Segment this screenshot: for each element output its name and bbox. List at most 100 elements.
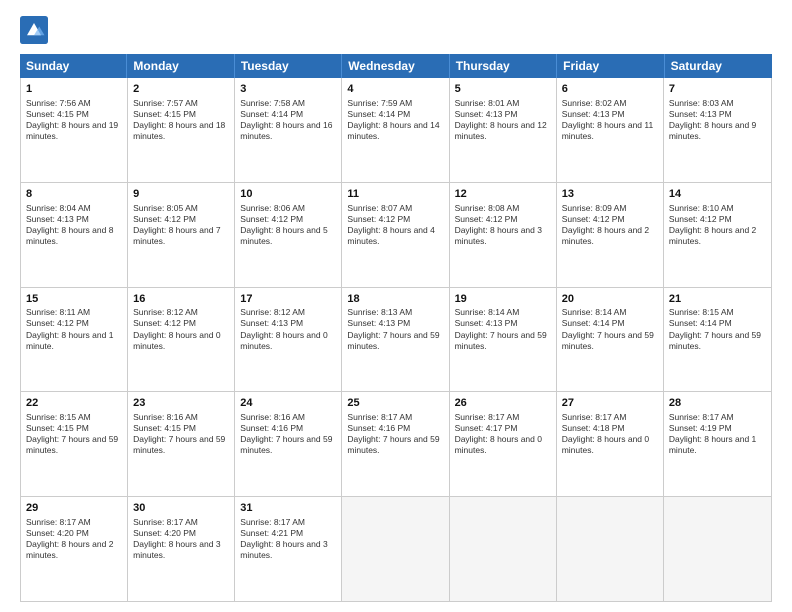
page: SundayMondayTuesdayWednesdayThursdayFrid… [0, 0, 792, 612]
day-number: 7 [669, 82, 766, 97]
cell-info-line: Sunset: 4:15 PM [133, 423, 229, 434]
day-number: 14 [669, 187, 766, 202]
day-cell-8: 8Sunrise: 8:04 AMSunset: 4:13 PMDaylight… [21, 183, 128, 287]
day-number: 6 [562, 82, 658, 97]
cell-info-line: Sunrise: 8:15 AM [26, 412, 122, 423]
cell-info-line: Sunset: 4:13 PM [562, 109, 658, 120]
cell-info-line: Daylight: 8 hours and 3 minutes. [240, 539, 336, 561]
cell-info-line: Daylight: 8 hours and 19 minutes. [26, 120, 122, 142]
cell-info-line: Sunset: 4:12 PM [347, 214, 443, 225]
cell-info-line: Daylight: 7 hours and 59 minutes. [669, 330, 766, 352]
empty-cell [557, 497, 664, 601]
cell-info-line: Sunset: 4:12 PM [240, 214, 336, 225]
day-number: 28 [669, 396, 766, 411]
logo [20, 16, 52, 44]
cell-info-line: Sunset: 4:14 PM [240, 109, 336, 120]
cell-info-line: Daylight: 8 hours and 2 minutes. [26, 539, 122, 561]
cell-info-line: Daylight: 8 hours and 12 minutes. [455, 120, 551, 142]
cell-info-line: Sunrise: 8:04 AM [26, 203, 122, 214]
day-cell-24: 24Sunrise: 8:16 AMSunset: 4:16 PMDayligh… [235, 392, 342, 496]
day-cell-9: 9Sunrise: 8:05 AMSunset: 4:12 PMDaylight… [128, 183, 235, 287]
cell-info-line: Sunset: 4:13 PM [455, 109, 551, 120]
cell-info-line: Sunrise: 7:59 AM [347, 98, 443, 109]
day-number: 29 [26, 501, 122, 516]
day-number: 25 [347, 396, 443, 411]
day-cell-19: 19Sunrise: 8:14 AMSunset: 4:13 PMDayligh… [450, 288, 557, 392]
cell-info-line: Sunrise: 7:56 AM [26, 98, 122, 109]
cell-info-line: Sunrise: 8:14 AM [455, 307, 551, 318]
empty-cell [342, 497, 449, 601]
cell-info-line: Daylight: 8 hours and 3 minutes. [133, 539, 229, 561]
calendar-week-5: 29Sunrise: 8:17 AMSunset: 4:20 PMDayligh… [21, 497, 771, 601]
header-day-monday: Monday [127, 54, 234, 78]
header-day-friday: Friday [557, 54, 664, 78]
day-cell-14: 14Sunrise: 8:10 AMSunset: 4:12 PMDayligh… [664, 183, 771, 287]
cell-info-line: Daylight: 8 hours and 7 minutes. [133, 225, 229, 247]
empty-cell [664, 497, 771, 601]
day-cell-3: 3Sunrise: 7:58 AMSunset: 4:14 PMDaylight… [235, 78, 342, 182]
day-number: 8 [26, 187, 122, 202]
cell-info-line: Sunrise: 8:08 AM [455, 203, 551, 214]
cell-info-line: Daylight: 7 hours and 59 minutes. [133, 434, 229, 456]
cell-info-line: Sunrise: 8:17 AM [669, 412, 766, 423]
cell-info-line: Daylight: 8 hours and 2 minutes. [562, 225, 658, 247]
cell-info-line: Sunrise: 7:58 AM [240, 98, 336, 109]
day-number: 15 [26, 292, 122, 307]
day-cell-30: 30Sunrise: 8:17 AMSunset: 4:20 PMDayligh… [128, 497, 235, 601]
empty-cell [450, 497, 557, 601]
cell-info-line: Sunrise: 8:09 AM [562, 203, 658, 214]
cell-info-line: Sunset: 4:15 PM [26, 423, 122, 434]
cell-info-line: Sunset: 4:14 PM [669, 318, 766, 329]
cell-info-line: Sunrise: 8:05 AM [133, 203, 229, 214]
cell-info-line: Sunset: 4:13 PM [669, 109, 766, 120]
cell-info-line: Daylight: 7 hours and 59 minutes. [347, 330, 443, 352]
cell-info-line: Sunrise: 8:12 AM [133, 307, 229, 318]
day-cell-12: 12Sunrise: 8:08 AMSunset: 4:12 PMDayligh… [450, 183, 557, 287]
cell-info-line: Daylight: 8 hours and 0 minutes. [455, 434, 551, 456]
cell-info-line: Sunset: 4:13 PM [347, 318, 443, 329]
header-day-sunday: Sunday [20, 54, 127, 78]
day-cell-22: 22Sunrise: 8:15 AMSunset: 4:15 PMDayligh… [21, 392, 128, 496]
cell-info-line: Sunrise: 8:17 AM [133, 517, 229, 528]
cell-info-line: Sunrise: 8:07 AM [347, 203, 443, 214]
day-cell-2: 2Sunrise: 7:57 AMSunset: 4:15 PMDaylight… [128, 78, 235, 182]
cell-info-line: Sunrise: 8:06 AM [240, 203, 336, 214]
cell-info-line: Sunrise: 8:17 AM [26, 517, 122, 528]
logo-icon [20, 16, 48, 44]
cell-info-line: Sunrise: 8:16 AM [240, 412, 336, 423]
day-number: 21 [669, 292, 766, 307]
day-number: 26 [455, 396, 551, 411]
cell-info-line: Sunset: 4:17 PM [455, 423, 551, 434]
cell-info-line: Sunrise: 8:10 AM [669, 203, 766, 214]
cell-info-line: Sunrise: 8:02 AM [562, 98, 658, 109]
day-cell-28: 28Sunrise: 8:17 AMSunset: 4:19 PMDayligh… [664, 392, 771, 496]
header-day-saturday: Saturday [665, 54, 772, 78]
day-number: 16 [133, 292, 229, 307]
cell-info-line: Daylight: 8 hours and 11 minutes. [562, 120, 658, 142]
day-cell-10: 10Sunrise: 8:06 AMSunset: 4:12 PMDayligh… [235, 183, 342, 287]
day-number: 1 [26, 82, 122, 97]
cell-info-line: Sunrise: 8:17 AM [562, 412, 658, 423]
day-cell-25: 25Sunrise: 8:17 AMSunset: 4:16 PMDayligh… [342, 392, 449, 496]
cell-info-line: Sunset: 4:16 PM [347, 423, 443, 434]
day-number: 30 [133, 501, 229, 516]
calendar-body: 1Sunrise: 7:56 AMSunset: 4:15 PMDaylight… [20, 78, 772, 602]
cell-info-line: Sunset: 4:13 PM [26, 214, 122, 225]
day-number: 18 [347, 292, 443, 307]
day-cell-27: 27Sunrise: 8:17 AMSunset: 4:18 PMDayligh… [557, 392, 664, 496]
cell-info-line: Sunrise: 8:17 AM [455, 412, 551, 423]
cell-info-line: Sunset: 4:20 PM [26, 528, 122, 539]
cell-info-line: Sunrise: 8:15 AM [669, 307, 766, 318]
day-number: 10 [240, 187, 336, 202]
day-cell-15: 15Sunrise: 8:11 AMSunset: 4:12 PMDayligh… [21, 288, 128, 392]
day-cell-21: 21Sunrise: 8:15 AMSunset: 4:14 PMDayligh… [664, 288, 771, 392]
cell-info-line: Sunset: 4:12 PM [133, 318, 229, 329]
cell-info-line: Sunrise: 8:12 AM [240, 307, 336, 318]
day-cell-13: 13Sunrise: 8:09 AMSunset: 4:12 PMDayligh… [557, 183, 664, 287]
day-cell-16: 16Sunrise: 8:12 AMSunset: 4:12 PMDayligh… [128, 288, 235, 392]
cell-info-line: Daylight: 7 hours and 59 minutes. [26, 434, 122, 456]
cell-info-line: Sunset: 4:12 PM [669, 214, 766, 225]
cell-info-line: Daylight: 8 hours and 8 minutes. [26, 225, 122, 247]
cell-info-line: Daylight: 8 hours and 9 minutes. [669, 120, 766, 142]
day-number: 31 [240, 501, 336, 516]
